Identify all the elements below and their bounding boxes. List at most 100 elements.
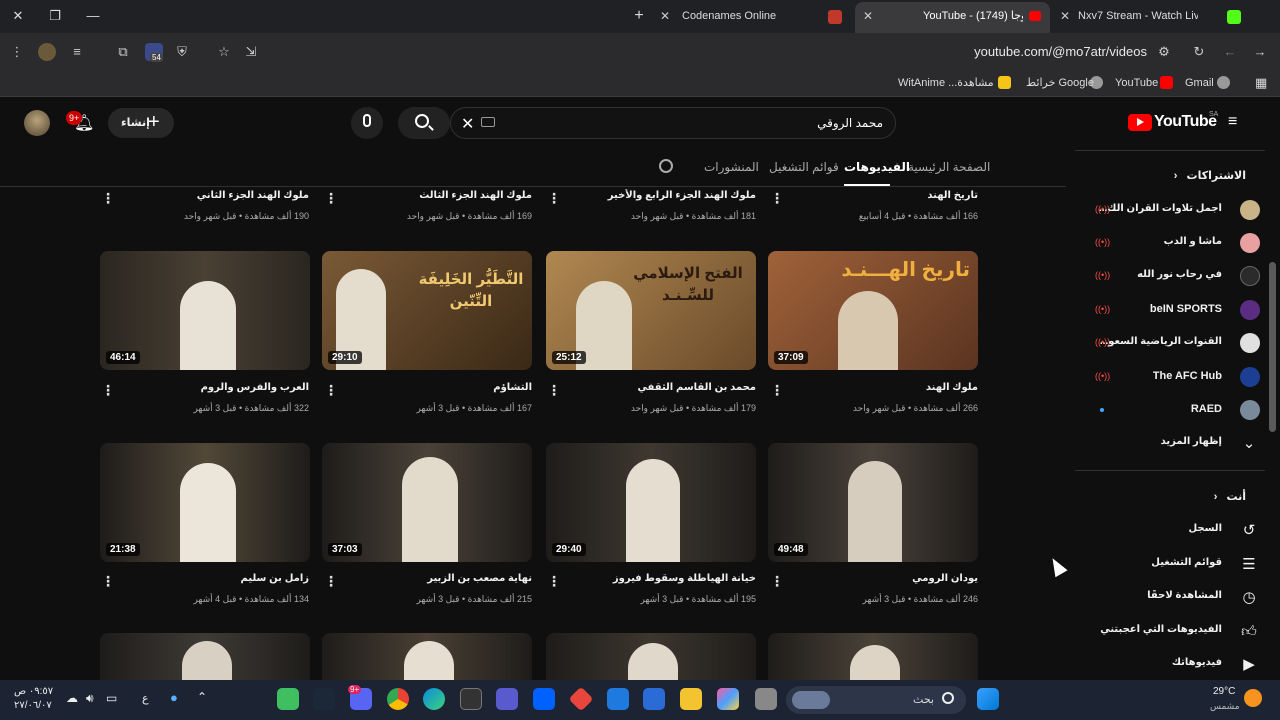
teams-icon[interactable]	[496, 688, 518, 710]
video-title[interactable]: نهاية مصعب بن الزبير	[342, 572, 532, 586]
sidebar-item-playlists[interactable]: قوائم التشغيل ☰	[1090, 552, 1260, 578]
sidebar-subscription[interactable]: ((•)) The AFC Hub	[1090, 365, 1260, 391]
hamburger-menu-icon[interactable]: ≡	[1228, 114, 1244, 130]
video-menu-icon[interactable]: ⋮	[324, 190, 338, 206]
channel-search-icon[interactable]	[659, 159, 673, 173]
tab-posts[interactable]: المنشورات	[704, 158, 759, 176]
video-thumbnail[interactable]	[100, 633, 310, 680]
video-title[interactable]: زامل بن سليم	[119, 572, 309, 586]
video-menu-icon[interactable]: ⋮	[770, 573, 784, 589]
video-title[interactable]: تاريخ الهند	[788, 189, 978, 203]
epic-games-icon[interactable]	[460, 688, 482, 710]
video-menu-icon[interactable]: ⋮	[547, 382, 561, 398]
search-button[interactable]	[398, 107, 450, 139]
you-heading[interactable]: أنت ‹	[1214, 490, 1246, 503]
window-app-icon[interactable]	[755, 688, 777, 710]
back-icon[interactable]: →	[1251, 43, 1269, 61]
whatsapp-icon[interactable]	[277, 688, 299, 710]
reload-icon[interactable]: ↻	[1190, 43, 1208, 61]
sidebar-subscription[interactable]: ((•)) في رحاب نور الله	[1090, 264, 1260, 290]
new-tab-button[interactable]: +	[628, 6, 650, 26]
create-button[interactable]: + إنشاء	[108, 108, 174, 138]
video-title[interactable]: ملوك الهند الجزء الثالث	[342, 189, 532, 203]
account-avatar[interactable]	[24, 110, 50, 136]
sidebar-scroll-thumb[interactable]	[1269, 262, 1276, 432]
youtube-logo-icon[interactable]	[1128, 114, 1152, 131]
sidebar-subscription[interactable]: ((•)) beIN SPORTS	[1090, 298, 1260, 324]
show-more-button[interactable]: إظهار المزيد ⌄	[1090, 431, 1260, 457]
outlook-icon[interactable]	[607, 688, 629, 710]
video-thumbnail[interactable]: 29:40	[546, 443, 756, 562]
video-menu-icon[interactable]: ⋮	[101, 382, 115, 398]
video-title[interactable]: ملوك الهند الجزء الرابع والأخير	[566, 189, 756, 203]
volume-icon[interactable]: 🔊︎	[86, 691, 94, 706]
video-title[interactable]: ملوك الهند	[788, 381, 978, 395]
forward-icon[interactable]: ←	[1221, 43, 1239, 61]
video-menu-icon[interactable]: ⋮	[101, 190, 115, 206]
copilot-icon[interactable]	[717, 688, 739, 710]
video-thumbnail[interactable]: 21:38	[100, 443, 310, 562]
microphone-icon[interactable]: ●	[170, 690, 178, 705]
edge-icon[interactable]	[423, 688, 445, 710]
install-app-icon[interactable]: ⇲	[242, 43, 260, 61]
sidebar-subscription[interactable]: ((•)) القنوات الرياضية السعو...	[1090, 331, 1260, 357]
shield-icon[interactable]: ⛨	[173, 43, 191, 61]
video-title[interactable]: التشاؤم	[342, 381, 532, 395]
video-title[interactable]: يودان الرومي	[788, 572, 978, 586]
input-language[interactable]: ع	[142, 692, 149, 705]
clear-search-icon[interactable]: ✕	[461, 114, 474, 134]
dropbox-icon[interactable]	[533, 688, 555, 710]
start-button-icon[interactable]	[977, 688, 999, 710]
file-explorer-icon[interactable]	[680, 688, 702, 710]
voice-search-button[interactable]	[351, 107, 383, 139]
video-thumbnail[interactable]: 46:14	[100, 251, 310, 370]
video-thumbnail[interactable]: تاريخ الهـــنـد 37:09	[768, 251, 978, 370]
video-title[interactable]: العرب والفرس والروم	[119, 381, 309, 395]
video-thumbnail[interactable]	[768, 633, 978, 680]
apps-icon[interactable]: ▦	[1255, 75, 1267, 91]
video-thumbnail[interactable]: التَّطَيُّر الخَلِيفَة التِّنّين 29:10	[322, 251, 532, 370]
close-window-icon[interactable]: ✕	[7, 6, 29, 26]
tab-videos[interactable]: الفيديوهات	[844, 158, 910, 176]
bookmark-youtube[interactable]: YouTube	[1115, 75, 1158, 91]
bookmark-witanime[interactable]: مشاهدة... WitAnime	[898, 75, 994, 91]
video-title[interactable]: ملوك الهند الجزء الثاني	[119, 189, 309, 203]
video-menu-icon[interactable]: ⋮	[547, 573, 561, 589]
video-menu-icon[interactable]: ⋮	[547, 190, 561, 206]
profile-avatar-icon[interactable]	[38, 43, 56, 61]
clock-date[interactable]: ٢٧/٠٦/٠٧	[14, 700, 52, 711]
extensions-icon[interactable]: ⧉	[114, 43, 132, 61]
sidebar-item-your-videos[interactable]: فيديوهاتك ▶	[1090, 652, 1260, 678]
clock-time[interactable]: ٠٩:٥٧ ص	[14, 686, 53, 697]
weather-sun-icon[interactable]	[1244, 689, 1262, 707]
wifi-icon[interactable]: ☁	[66, 691, 78, 705]
video-thumbnail[interactable]: الفتح الإسلامي للسِّـنـد 25:12	[546, 251, 756, 370]
tab-nxv7[interactable]: ✕ Nxv7 Stream - Watch Live on K	[1060, 4, 1220, 29]
steam-icon[interactable]	[313, 688, 335, 710]
menu-dots-icon[interactable]: ⋮	[8, 43, 26, 61]
taskbar-search[interactable]: بحث	[786, 686, 966, 714]
video-menu-icon[interactable]: ⋮	[324, 573, 338, 589]
sidebar-subscription[interactable]: ((•)) ماشا و الدب	[1090, 231, 1260, 257]
sidebar-item-liked[interactable]: الفيديوهات التي أعجبتني 👍︎	[1090, 619, 1260, 645]
tab-close-icon[interactable]: ✕	[863, 2, 873, 31]
youtube-logo-text[interactable]: YouTube	[1154, 113, 1217, 131]
star-bookmark-icon[interactable]: ☆	[215, 43, 233, 61]
tab-youtube[interactable]: ✕ YouTube - (1749) موجا	[855, 2, 1050, 33]
tab-close-icon[interactable]: ✕	[1060, 4, 1070, 29]
tab-close-icon[interactable]: ✕	[660, 4, 670, 29]
video-title[interactable]: خيانة الهياطلة وسقوط فيروز	[566, 572, 756, 586]
sidebar-item-watch-later[interactable]: المشاهدة لاحقًا ◷	[1090, 585, 1260, 611]
video-thumbnail[interactable]: 37:03	[322, 443, 532, 562]
video-thumbnail[interactable]	[322, 633, 532, 680]
bookmark-gmail[interactable]: Gmail	[1185, 75, 1214, 91]
minimize-window-icon[interactable]: —	[82, 6, 104, 26]
restore-window-icon[interactable]: ❐	[44, 6, 66, 26]
battery-icon[interactable]: ▭	[106, 691, 117, 705]
site-settings-icon[interactable]: ⚙	[1155, 43, 1173, 61]
reading-list-icon[interactable]: ≡	[68, 43, 86, 61]
store-icon[interactable]	[643, 688, 665, 710]
subscriptions-heading[interactable]: الاشتراكات ‹	[1174, 169, 1246, 182]
video-menu-icon[interactable]: ⋮	[101, 573, 115, 589]
tab-playlists[interactable]: قوائم التشغيل	[769, 158, 839, 176]
